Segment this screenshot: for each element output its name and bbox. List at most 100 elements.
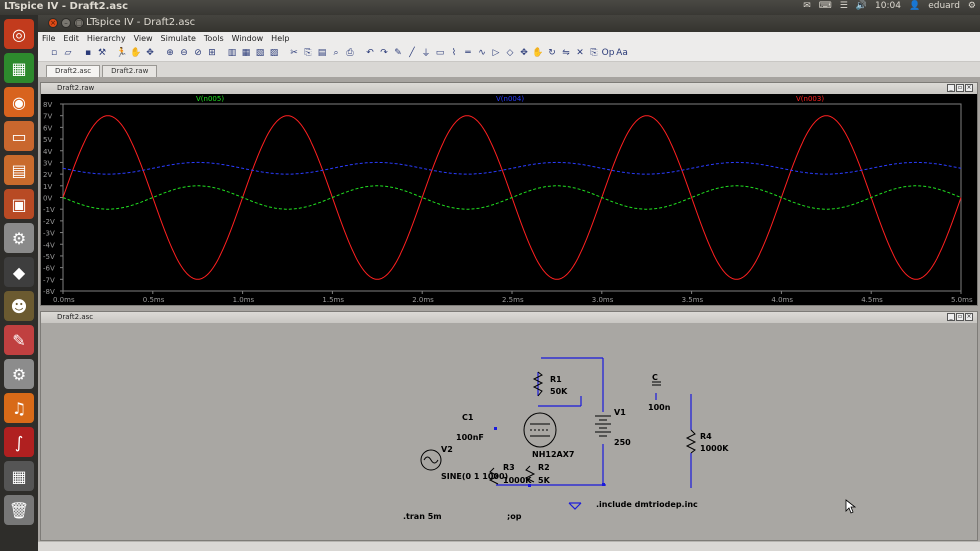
inductor-icon[interactable]: ∿: [476, 47, 488, 59]
trace-label[interactable]: V(n003): [796, 95, 824, 103]
zoom-fit-icon[interactable]: ⊞: [206, 47, 218, 59]
minimize-icon[interactable]: _: [947, 84, 955, 92]
close-all-icon[interactable]: ▨: [268, 47, 280, 59]
cascade-icon[interactable]: ▧: [254, 47, 266, 59]
wire-icon[interactable]: ╱: [406, 47, 418, 59]
spreadsheet-icon[interactable]: ▦: [4, 53, 34, 83]
settings-icon[interactable]: ⚙: [4, 223, 34, 253]
ground-icon[interactable]: [568, 502, 582, 510]
trace-label[interactable]: V(n005): [196, 95, 224, 103]
zoom-back-icon[interactable]: ⊖: [178, 47, 190, 59]
schematic-canvas[interactable]: R1 50K C1 100nF NH12AX7 V1 250 V2 SINE(0…: [41, 323, 977, 540]
system-settings-icon[interactable]: ⚙: [4, 359, 34, 389]
autorange-icon[interactable]: ▥: [226, 47, 238, 59]
label-net-icon[interactable]: ▭: [434, 47, 446, 59]
close-icon[interactable]: ×: [965, 84, 973, 92]
include-directive[interactable]: .include dmtriodep.inc: [596, 500, 698, 509]
menu-help[interactable]: Help: [271, 34, 289, 43]
paste-icon[interactable]: ▤: [316, 47, 328, 59]
run-icon[interactable]: 🏃: [116, 47, 128, 59]
menu-window[interactable]: Window: [232, 34, 264, 43]
inkscape-icon[interactable]: ◆: [4, 257, 34, 287]
r4-value: 1000K: [700, 444, 729, 453]
move-icon[interactable]: ✥: [518, 47, 530, 59]
volume-icon[interactable]: 🔊: [856, 1, 867, 11]
component-icon[interactable]: ◇: [504, 47, 516, 59]
software-center-icon[interactable]: ▣: [4, 189, 34, 219]
zoom-out-icon[interactable]: ⊘: [192, 47, 204, 59]
menu-view[interactable]: View: [134, 34, 153, 43]
comment-icon[interactable]: Aa: [616, 47, 628, 59]
trace-vn005[interactable]: [62, 185, 962, 210]
waveform-plot[interactable]: 8V 7V 6V 5V 4V 3V 2V 1V 0V -1V -2V -3V -4V -5V -6V -7V -…: [41, 94, 977, 305]
duplicate-icon[interactable]: ⎘: [588, 47, 600, 59]
drag-icon[interactable]: ✋: [532, 47, 544, 59]
presentation-icon[interactable]: ▤: [4, 155, 34, 185]
gimp-icon[interactable]: ☻: [4, 291, 34, 321]
audacity-icon[interactable]: ♫: [4, 393, 34, 423]
control-panel-icon[interactable]: ⚒: [96, 47, 108, 59]
copy-icon[interactable]: ⎘: [302, 47, 314, 59]
v1-symbol[interactable]: [595, 415, 611, 437]
new-schematic-icon[interactable]: ▫: [48, 47, 60, 59]
spice-directive-icon[interactable]: Op: [602, 47, 615, 59]
restore-icon[interactable]: ▫: [956, 84, 964, 92]
halt-icon[interactable]: ✋: [130, 47, 142, 59]
r4-symbol[interactable]: [685, 429, 697, 454]
user-name[interactable]: eduard: [928, 1, 960, 11]
minimize-icon[interactable]: _: [947, 313, 955, 321]
capacitor-icon[interactable]: ═: [462, 47, 474, 59]
save-icon[interactable]: ▪: [82, 47, 94, 59]
v2-symbol[interactable]: [420, 449, 442, 471]
print-icon[interactable]: ⎙: [344, 47, 356, 59]
minimize-window-button[interactable]: –: [61, 18, 71, 28]
mail-icon[interactable]: ✉: [803, 1, 811, 11]
plot-pane[interactable]: 8V 7V 6V 5V 4V 3V 2V 1V 0V -1V -2V -3V -4V -5V -6V -7V -…: [41, 94, 977, 305]
maximize-window-button[interactable]: □: [74, 18, 84, 28]
close-icon[interactable]: ×: [965, 313, 973, 321]
redo-icon[interactable]: ↷: [378, 47, 390, 59]
open-icon[interactable]: ▱: [62, 47, 74, 59]
tab-draft2-raw[interactable]: Draft2.raw: [102, 65, 158, 77]
undo-icon[interactable]: ↶: [364, 47, 376, 59]
zoom-in-icon[interactable]: ⊕: [164, 47, 176, 59]
network-icon[interactable]: ☰: [840, 1, 848, 11]
clock[interactable]: 10:04: [875, 1, 901, 11]
workspace-switcher-icon[interactable]: ▦: [4, 461, 34, 491]
tab-draft2-asc[interactable]: Draft2.asc: [46, 65, 101, 77]
files-icon[interactable]: ▭: [4, 121, 34, 151]
cut-icon[interactable]: ✂: [288, 47, 300, 59]
ltspice-icon[interactable]: ∫: [4, 427, 34, 457]
firefox-icon[interactable]: ◉: [4, 87, 34, 117]
find-icon[interactable]: ⌕: [330, 47, 342, 59]
trace-label[interactable]: V(n004): [496, 95, 524, 103]
keyboard-icon[interactable]: ⌨: [819, 1, 832, 11]
menu-edit[interactable]: Edit: [63, 34, 79, 43]
schematic-drawing[interactable]: R1 50K C1 100nF NH12AX7 V1 250 V2 SINE(0…: [41, 323, 977, 540]
c-top-symbol[interactable]: [652, 381, 661, 386]
menu-tools[interactable]: Tools: [204, 34, 224, 43]
session-gear-icon[interactable]: ⚙: [968, 1, 976, 11]
user-icon[interactable]: 👤: [909, 1, 920, 11]
restore-icon[interactable]: ▫: [956, 313, 964, 321]
menu-hierarchy[interactable]: Hierarchy: [87, 34, 126, 43]
tile-icon[interactable]: ▦: [240, 47, 252, 59]
dash-home-icon[interactable]: ◎: [4, 19, 34, 49]
tube-symbol[interactable]: [523, 412, 557, 448]
delete-icon[interactable]: ✕: [574, 47, 586, 59]
menu-file[interactable]: File: [42, 34, 55, 43]
diode-icon[interactable]: ▷: [490, 47, 502, 59]
trace-vn004[interactable]: [62, 161, 962, 175]
resistor-icon[interactable]: ⌇: [448, 47, 460, 59]
ground-icon[interactable]: ⏚: [420, 47, 432, 59]
menu-simulate[interactable]: Simulate: [161, 34, 196, 43]
close-window-button[interactable]: ×: [48, 18, 58, 28]
text-icon[interactable]: ✎: [392, 47, 404, 59]
mirror-icon[interactable]: ⇋: [560, 47, 572, 59]
op-directive[interactable]: ;op: [507, 512, 522, 521]
app-red-icon[interactable]: ✎: [4, 325, 34, 355]
tran-directive[interactable]: .tran 5m: [403, 512, 442, 521]
pan-icon[interactable]: ✥: [144, 47, 156, 59]
rotate-icon[interactable]: ↻: [546, 47, 558, 59]
trash-icon[interactable]: 🗑: [4, 495, 34, 525]
